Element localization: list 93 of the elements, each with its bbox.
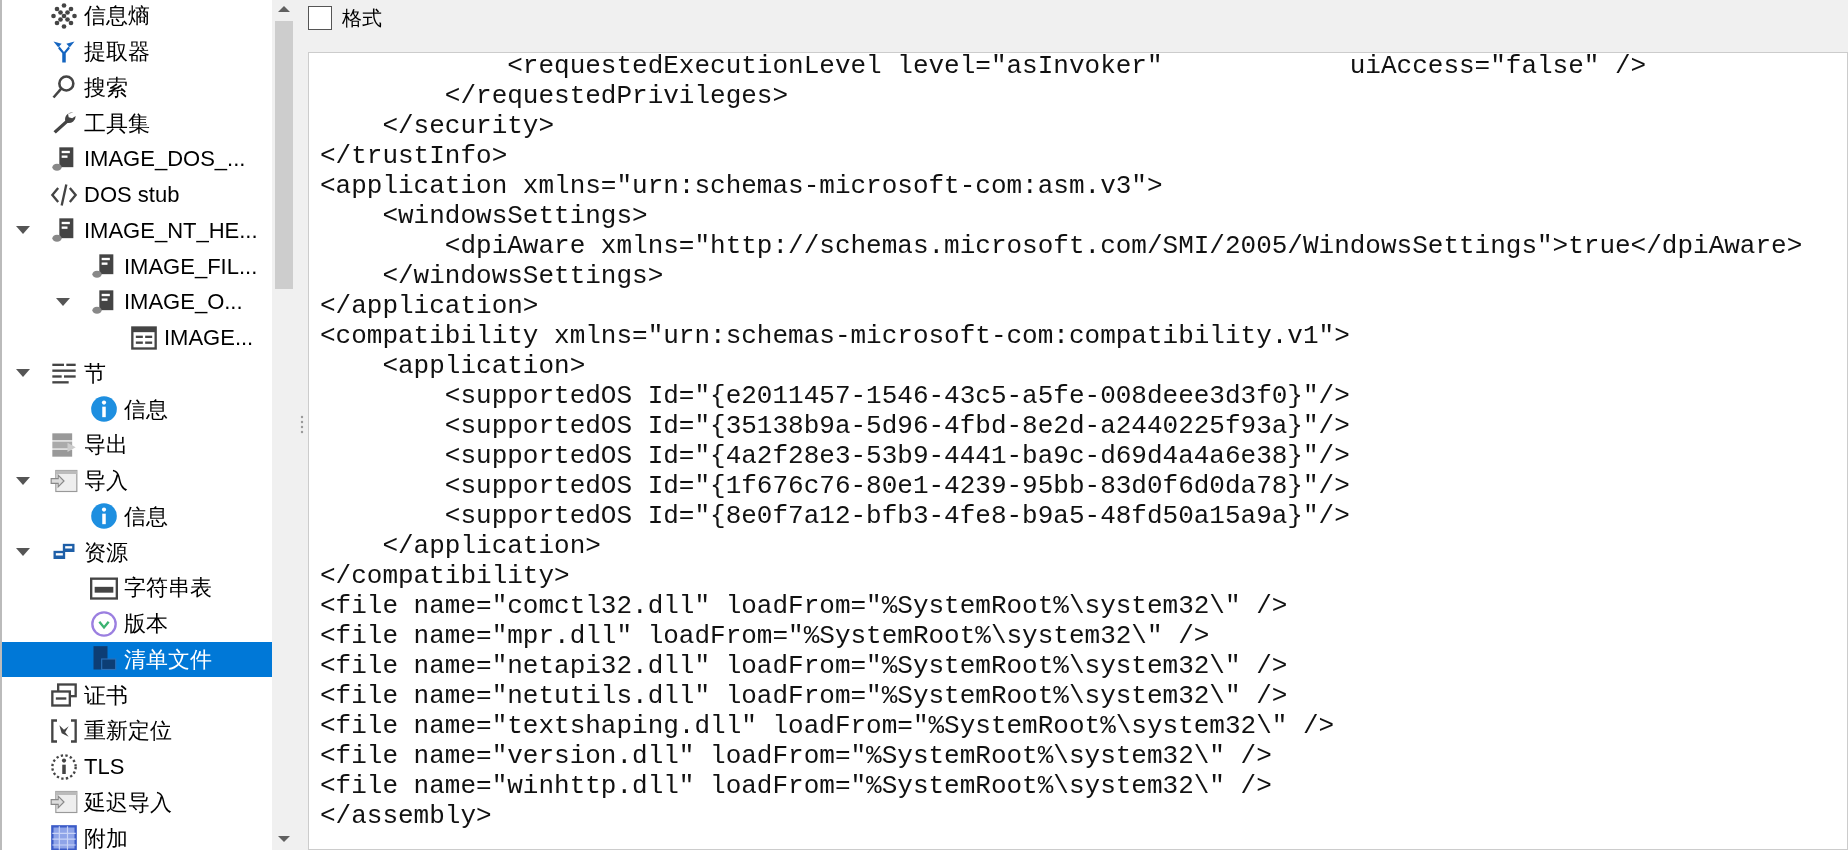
tree-item-label: 导入	[84, 467, 128, 496]
tree-item[interactable]: 导出	[2, 427, 272, 463]
tree-item[interactable]: 版本	[2, 605, 272, 642]
splitter-grip-icon[interactable]	[300, 415, 304, 435]
expand-arrow-icon[interactable]	[16, 547, 30, 558]
code-line: <supportedOS Id="{35138b9a-5d96-4fbd-8e2d-a2440225f93a}"/>	[443, 411, 1350, 441]
tree-item[interactable]: 信息熵	[2, 0, 272, 34]
tree-item-label: 重新定位	[84, 717, 172, 746]
code-line: <application>	[381, 351, 586, 381]
tree-item-label: DOS stub	[84, 181, 180, 210]
tree-item-label: 附加	[84, 824, 128, 850]
tree-item-label: 提取器	[84, 38, 150, 67]
code-line: <file name="netapi32.dll" loadFrom="%SystemRoot%\system32\" />	[320, 651, 1288, 681]
tree-item-label: 信息	[124, 502, 168, 531]
tree-item-label: 信息	[124, 395, 168, 424]
code-line: <file name="mpr.dll" loadFrom="%SystemRoot%\system32\" />	[320, 621, 1210, 651]
tree-item[interactable]: 导入	[2, 462, 272, 499]
code-line: <requestedExecutionLevel level="asInvoker" uiAccess="false" />	[506, 53, 1647, 81]
expand-arrow-icon[interactable]	[16, 475, 30, 486]
tree-item-label: 版本	[124, 610, 168, 639]
tree-item[interactable]: 附加	[2, 820, 272, 850]
code-line: <supportedOS Id="{e2011457-1546-43c5-a5fe-008deee3d3f0}"/>	[443, 381, 1350, 411]
window-icon	[50, 681, 78, 710]
grid-icon	[50, 824, 78, 850]
tree-item[interactable]: 资源	[2, 534, 272, 570]
tree-item[interactable]: 证书	[2, 677, 272, 713]
tree-item-label: 延迟导入	[84, 788, 172, 817]
tree-item[interactable]: 字符串表	[2, 570, 272, 606]
tree-item-label: 工具集	[84, 109, 150, 138]
tree-item[interactable]: IMAGE_NT_HE...	[2, 212, 272, 249]
checkbox-label: 格式	[342, 6, 382, 31]
form-icon	[130, 323, 158, 352]
tree-item-label: TLS	[84, 753, 125, 782]
code-line: </application>	[320, 291, 539, 321]
stack-icon	[50, 430, 78, 459]
info-icon	[90, 502, 118, 531]
scrollbar-thumb[interactable]	[275, 21, 293, 289]
tree-item-label: IMAGE_O...	[124, 288, 243, 317]
tree-item[interactable]: 工具集	[2, 105, 272, 141]
code-line: <application xmlns="urn:schemas-microsoft-com:asm.v3">	[320, 171, 1163, 201]
expand-arrow-icon[interactable]	[16, 368, 30, 379]
dots-icon	[50, 1, 78, 30]
tree-item-label: 证书	[84, 681, 128, 710]
code-line: <file name="winhttp.dll" loadFrom="%SystemRoot%\system32\" />	[320, 771, 1272, 801]
tree-item-label: 字符串表	[124, 574, 212, 603]
info-icon	[90, 395, 118, 424]
tree-item-label: 资源	[84, 538, 128, 567]
tree-item-label: IMAGE_DOS_...	[84, 145, 246, 174]
code-line: <windowsSettings>	[381, 201, 648, 231]
tree-item-label: IMAGE_FIL...	[124, 252, 258, 281]
tree-item[interactable]: 延迟导入	[2, 784, 272, 821]
tree-item[interactable]: TLS	[2, 748, 272, 785]
tree-item-label: 导出	[84, 431, 128, 460]
code-line: <compatibility xmlns="urn:schemas-microsoft-com:compatibility.v1">	[320, 321, 1350, 351]
tree-item[interactable]: 信息	[2, 498, 272, 535]
code-line: <file name="netutils.dll" loadFrom="%SystemRoot%\system32\" />	[320, 681, 1288, 711]
tree-item-label: 搜索	[84, 73, 128, 102]
tree-item[interactable]: 节	[2, 355, 272, 392]
tree-item-label: 节	[84, 359, 106, 388]
code-line: </windowsSettings>	[381, 261, 664, 291]
tree-item[interactable]: IMAGE_DOS_...	[2, 141, 272, 177]
chevron-circle-icon	[90, 609, 118, 638]
tree-item[interactable]: IMAGE_O...	[2, 284, 272, 320]
code-line: </trustInfo>	[320, 141, 508, 171]
code-line: <supportedOS Id="{1f676c76-80e1-4239-95bb-83d0f6d0da78}"/>	[443, 471, 1350, 501]
info-icon	[50, 752, 78, 781]
code-line: <supportedOS Id="{4a2f28e3-53b9-4441-ba9c-d69d4a4a6e38}"/>	[443, 441, 1350, 471]
code-line: </security>	[381, 111, 555, 141]
tree-item[interactable]: DOS stub	[2, 176, 272, 213]
expand-arrow-icon[interactable]	[56, 296, 70, 307]
code-line: <file name="textshaping.dll" loadFrom="%SystemRoot%\system32\" />	[320, 711, 1335, 741]
tree-item[interactable]: IMAGE_FIL...	[2, 248, 272, 284]
tree-item[interactable]: 清单文件	[2, 641, 272, 678]
tree-item[interactable]: 提取器	[2, 33, 272, 70]
code-line: </requestedPrivileges>	[443, 81, 789, 111]
code-line: <dpiAware xmlns="http://schemas.microsoft.com/SMI/2005/WindowsSettings">true</dpiAware>	[443, 231, 1803, 261]
code-line: </compatibility>	[320, 561, 570, 591]
tree-item[interactable]: IMAGE...	[2, 319, 272, 356]
tree-item[interactable]: 信息	[2, 391, 272, 427]
tree-item[interactable]: 搜索	[2, 69, 272, 106]
tree-item-label: IMAGE...	[164, 324, 254, 353]
bracket-icon	[50, 716, 78, 745]
code-line: <file name="comctl32.dll" loadFrom="%SystemRoot%\system32\" />	[320, 591, 1288, 621]
tree-item-label: 信息熵	[84, 2, 150, 31]
expand-arrow-icon[interactable]	[16, 225, 30, 236]
code-line: <file name="version.dll" loadFrom="%SystemRoot%\system32\" />	[320, 741, 1272, 771]
code-line: </assembly>	[320, 801, 492, 831]
code-line: </application>	[381, 531, 601, 561]
tree-item-label: IMAGE_NT_HE...	[84, 216, 258, 245]
tree-item-label: 清单文件	[124, 645, 212, 674]
tree-item[interactable]: 重新定位	[2, 713, 272, 749]
format-checkbox[interactable]	[308, 6, 332, 30]
code-line: <supportedOS Id="{8e0f7a12-bfb3-4fe8-b9a5-48fd50a15a9a}"/>	[443, 501, 1350, 531]
